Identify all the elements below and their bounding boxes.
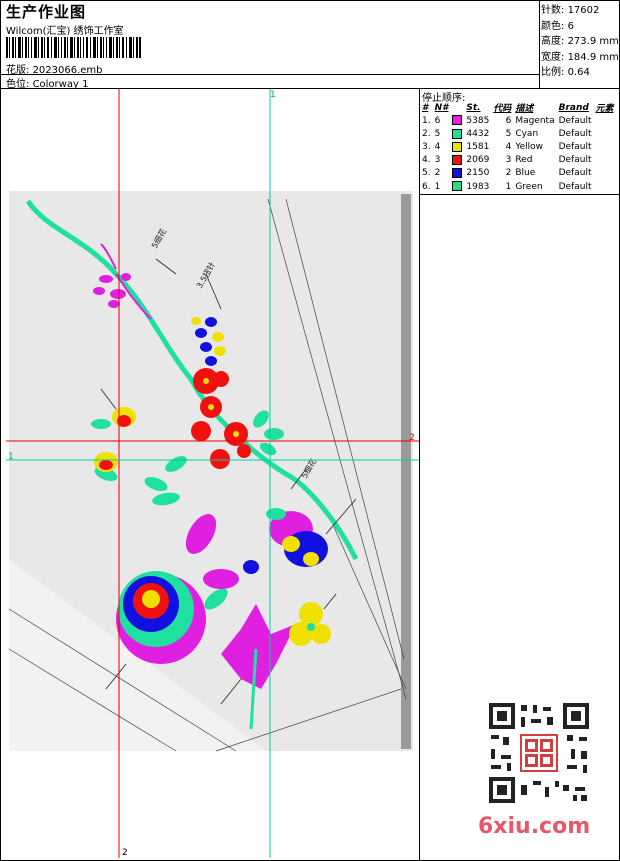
seq-index: 2.: [422, 128, 431, 139]
seq-code: 2: [505, 168, 512, 179]
color-swatch-icon: [452, 154, 463, 165]
col-swatch: [451, 101, 465, 114]
site-watermark: 6xiu.com: [478, 814, 591, 839]
seq-brand: Default: [558, 168, 592, 179]
seq-brand: Default: [558, 155, 592, 166]
table-row[interactable]: 2. 5 4432 5 Cyan Default: [421, 127, 617, 140]
worksheet-header: 生产作业图 Wilcom(汇宝) 绣饰工作室 花版: 2023066.emb 色…: [0, 0, 620, 90]
design-stats: 针数: 17602 颜色: 6 高度: 273.9 mm 宽度: 184.9 m…: [541, 3, 619, 81]
seq-index: 3.: [422, 141, 431, 152]
seq-stitches: 4432: [466, 128, 490, 139]
seq-swatch: [451, 180, 465, 193]
seq-element: [594, 140, 616, 153]
seq-code: 5: [505, 128, 512, 139]
embroidery-artwork: 5细花 3.5扭针 5细花 2 1 1 2: [6, 89, 419, 858]
seq-swatch: [451, 140, 465, 153]
color-swatch-icon: [452, 168, 463, 179]
color-swatch-icon: [452, 128, 463, 139]
color-swatch-icon: [452, 181, 463, 192]
col-brand: Brand: [558, 102, 589, 113]
table-row[interactable]: 5. 2 2150 2 Blue Default: [421, 167, 617, 180]
table-header-row: # N# St. 代码 描述 Brand 元素: [421, 101, 617, 115]
seq-needle: 1: [434, 181, 441, 192]
seq-index: 6.: [422, 181, 431, 192]
small-blue-bud: [243, 560, 259, 574]
seq-element: [594, 127, 616, 140]
seq-description: Green: [515, 181, 543, 192]
col-index: #: [422, 102, 429, 113]
stop-sequence-table: # N# St. 代码 描述 Brand 元素 1. 6 5385 6 Magenta D…: [421, 101, 617, 193]
paper-shadow: [401, 194, 411, 749]
seq-swatch: [451, 127, 465, 140]
table-row[interactable]: 3. 4 1581 4 Yellow Default: [421, 140, 617, 153]
seq-element: [594, 114, 616, 127]
header-divider: [0, 74, 540, 75]
barcode-icon: [6, 37, 141, 58]
page-title: 生产作业图: [6, 3, 87, 21]
seq-needle: 2: [434, 168, 441, 179]
color-swatch-icon: [452, 141, 463, 152]
seq-stitches: 1581: [466, 141, 490, 152]
seq-swatch: [451, 167, 465, 180]
seq-code: 3: [505, 155, 512, 166]
col-code: 代码: [493, 104, 512, 114]
seq-stitches: 5385: [466, 115, 490, 126]
qr-code-icon: [487, 701, 591, 805]
guide-marker-top: 1: [270, 90, 276, 100]
seq-brand: Default: [558, 128, 592, 139]
seq-stitches: 2069: [466, 155, 490, 166]
seq-description: Red: [515, 155, 533, 166]
seq-needle: 5: [434, 128, 441, 139]
stat-width: 宽度: 184.9 mm: [541, 51, 619, 63]
stat-height: 高度: 273.9 mm: [541, 36, 619, 47]
stats-divider: [539, 0, 540, 88]
seq-brand: Default: [558, 115, 592, 126]
seq-description: Blue: [515, 168, 536, 179]
table-row[interactable]: 4. 3 2069 3 Red Default: [421, 154, 617, 167]
seq-stitches: 1983: [466, 181, 490, 192]
seq-element: [594, 167, 616, 180]
table-row[interactable]: 6. 1 1983 1 Green Default: [421, 180, 617, 193]
seq-swatch: [451, 154, 465, 167]
seq-index: 4.: [422, 155, 431, 166]
seq-needle: 4: [434, 141, 441, 152]
seq-element: [594, 154, 616, 167]
seq-stitches: 2150: [466, 168, 490, 179]
seq-description: Cyan: [515, 128, 539, 139]
seq-description: Magenta: [515, 115, 555, 126]
seq-index: 1.: [422, 115, 431, 126]
seq-brand: Default: [558, 181, 592, 192]
design-canvas[interactable]: 5细花 3.5扭针 5细花 2 1 1 2: [6, 89, 419, 858]
seq-description: Yellow: [515, 141, 544, 152]
stat-scale: 比例: 0.64: [541, 67, 590, 78]
guide-marker-bottom: 2: [122, 848, 128, 858]
seq-index: 5.: [422, 168, 431, 179]
stat-colors: 颜色: 6: [541, 20, 574, 32]
seq-code: 6: [505, 115, 512, 126]
guide-marker-right: 2: [409, 433, 415, 443]
seq-code: 4: [505, 141, 512, 152]
seq-swatch: [451, 114, 465, 127]
col-description: 描述: [515, 104, 534, 114]
stat-stitches: 针数: 17602: [541, 5, 600, 16]
seq-needle: 3: [434, 155, 441, 166]
table-row[interactable]: 1. 6 5385 6 Magenta Default: [421, 114, 617, 127]
company-name: Wilcom(汇宝) 绣饰工作室: [6, 26, 124, 37]
seq-needle: 6: [434, 115, 441, 126]
col-needle: N#: [434, 102, 449, 113]
col-stitches: St.: [466, 102, 481, 113]
seq-brand: Default: [558, 141, 592, 152]
seq-element: [594, 180, 616, 193]
seq-code: 1: [505, 181, 512, 192]
col-element: 元素: [595, 104, 614, 114]
color-swatch-icon: [452, 115, 463, 126]
guide-marker-left: 1: [8, 452, 14, 462]
